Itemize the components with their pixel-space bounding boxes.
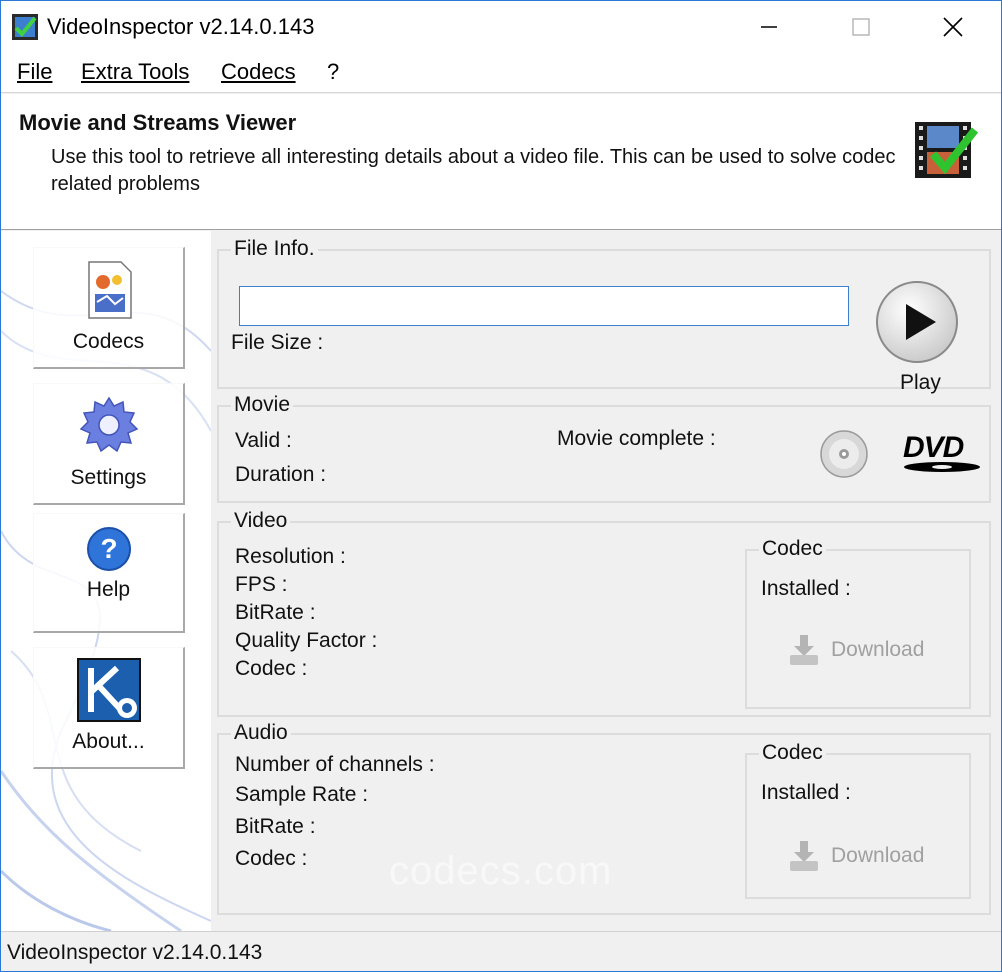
movie-title: Movie [231, 393, 294, 417]
audio-download-label: Download [831, 844, 925, 867]
cd-icon [820, 430, 868, 478]
resolution-label: Resolution : [235, 545, 346, 568]
video-download-button[interactable]: Download [787, 633, 924, 667]
video-title: Video [231, 509, 291, 533]
play-label: Play [900, 371, 941, 394]
audio-codec-group: Codec Installed : Download [745, 741, 971, 899]
quality-factor-label: Quality Factor : [235, 629, 378, 652]
audio-title: Audio [231, 721, 291, 745]
audio-download-button[interactable]: Download [787, 839, 924, 873]
check-film-icon [12, 14, 38, 40]
download-icon [790, 841, 818, 871]
title-bar: VideoInspector v2.14.0.143 [1, 1, 1001, 53]
status-text: VideoInspector v2.14.0.143 [7, 941, 263, 964]
gear-icon [79, 396, 138, 453]
kc-logo-icon [76, 658, 141, 722]
header-panel: Movie and Streams Viewer Use this tool t… [1, 94, 1001, 230]
video-codec-group: Codec Installed : Download [745, 537, 971, 709]
window-title: VideoInspector v2.14.0.143 [47, 14, 315, 39]
video-codec-label: Codec : [235, 657, 308, 680]
settings-nav-label: Settings [70, 466, 147, 489]
file-info-group: File Info. File Size : Play [217, 237, 991, 394]
help-nav-label: Help [86, 578, 131, 601]
about-nav-label: About... [72, 730, 145, 753]
video-download-label: Download [831, 638, 925, 661]
film-check-icon [915, 122, 979, 178]
main-panel: File Info. File Size : Play Movie Valid … [211, 231, 1001, 931]
settings-nav-button[interactable]: Settings [33, 383, 185, 505]
dvd-logo: DVD [903, 431, 983, 473]
codecs-nav-button[interactable]: Codecs [33, 247, 185, 369]
menu-file[interactable]: File [17, 59, 52, 85]
help-nav-button[interactable]: ? Help [33, 513, 185, 633]
maximize-button[interactable] [815, 1, 907, 53]
video-installed-label: Installed : [761, 577, 851, 600]
download-icon [790, 635, 818, 665]
file-path-input[interactable] [239, 286, 849, 326]
close-button[interactable] [907, 1, 999, 53]
audio-codec-group-title: Codec [759, 741, 826, 765]
codecs-nav-label: Codecs [72, 330, 145, 353]
video-codec-group-title: Codec [759, 537, 826, 561]
codecs-document-icon [87, 261, 132, 319]
duration-label: Duration : [235, 463, 327, 486]
left-nav: Codecs Settings ? Help About... [1, 231, 211, 931]
sample-rate-label: Sample Rate : [235, 783, 369, 806]
page-description: Use this tool to retrieve all interestin… [51, 146, 896, 195]
play-button[interactable] [874, 279, 960, 365]
file-size-label: File Size : [231, 331, 324, 354]
audio-codec-label: Codec : [235, 847, 308, 870]
channels-label: Number of channels : [235, 753, 435, 776]
video-group: Video Resolution : FPS : BitRate : Quali… [217, 509, 991, 717]
svg-text:?: ? [100, 533, 117, 564]
minimize-icon [761, 26, 777, 28]
app-window: VideoInspector v2.14.0.143 File Extra To… [0, 0, 1002, 972]
video-bitrate-label: BitRate : [235, 601, 316, 624]
valid-label: Valid : [235, 429, 292, 452]
about-nav-button[interactable]: About... [33, 647, 185, 769]
minimize-button[interactable] [723, 1, 815, 53]
movie-group: Movie Valid : Duration : Movie complete … [217, 393, 991, 503]
movie-complete-label: Movie complete : [557, 427, 716, 450]
file-info-title: File Info. [231, 237, 318, 261]
fps-label: FPS : [235, 573, 288, 596]
page-title: Movie and Streams Viewer [19, 110, 297, 135]
close-icon [943, 17, 963, 37]
audio-installed-label: Installed : [761, 781, 851, 804]
watermark-text: codecs.com [389, 849, 613, 893]
maximize-icon [852, 18, 870, 36]
menu-bar: File Extra Tools Codecs ? [1, 53, 1001, 93]
menu-extra-tools[interactable]: Extra Tools [81, 59, 189, 85]
menu-help[interactable]: ? [327, 59, 339, 85]
question-icon: ? [86, 527, 131, 571]
status-bar: VideoInspector v2.14.0.143 [1, 931, 1001, 971]
menu-codecs[interactable]: Codecs [221, 59, 296, 85]
audio-bitrate-label: BitRate : [235, 815, 316, 838]
